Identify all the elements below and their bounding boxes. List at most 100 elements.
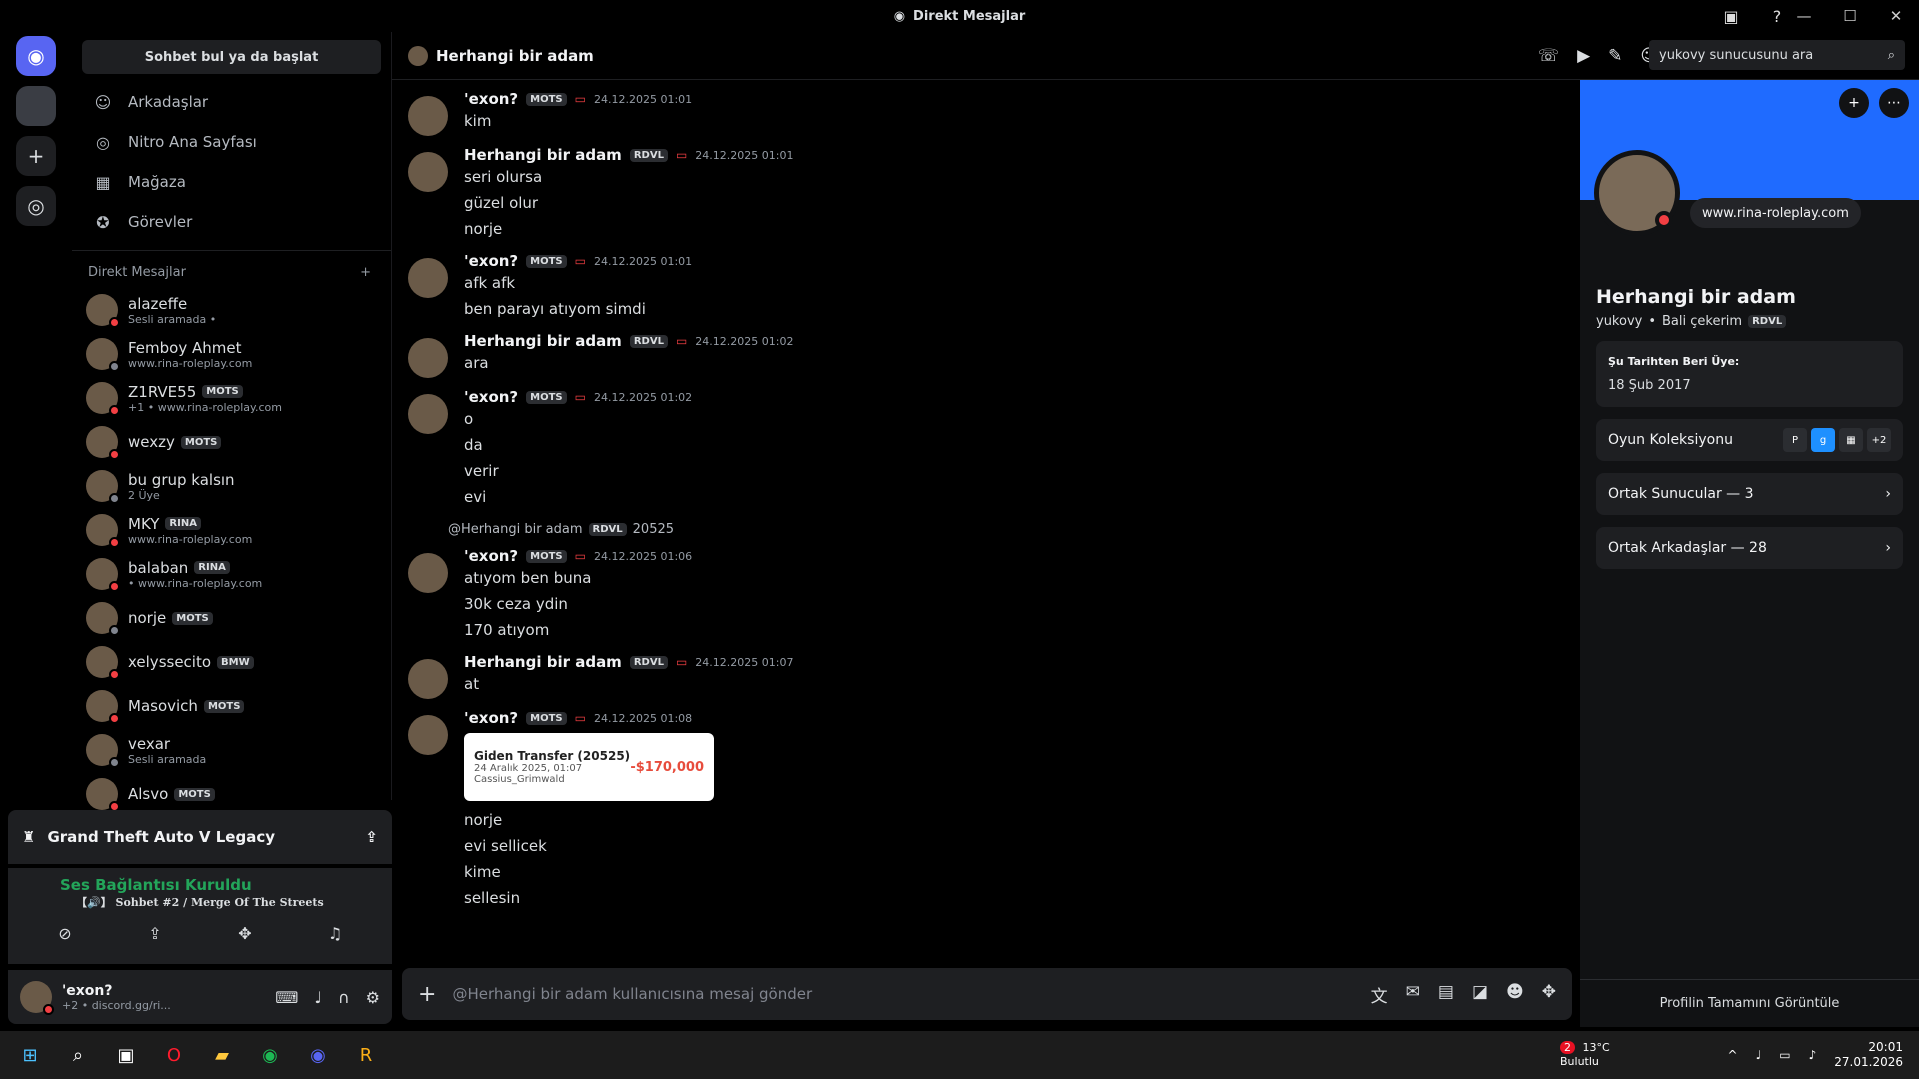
dm-item[interactable]: Z1RVE55 MOTS +1 • www.rina-roleplay.com — [72, 376, 391, 420]
message-text: evi — [464, 488, 487, 506]
network-icon[interactable]: ▭ — [1779, 1048, 1790, 1062]
dm-item[interactable]: Masovich MOTS — [72, 684, 391, 728]
avatar[interactable] — [408, 338, 448, 378]
headphones-icon[interactable]: ∩ — [338, 988, 350, 1007]
avatar[interactable] — [20, 981, 54, 1015]
microphone-icon[interactable]: ♩ — [1756, 1048, 1762, 1062]
search-icon[interactable]: ⌕ — [64, 1041, 92, 1069]
inbox-icon[interactable]: ▣ — [1719, 4, 1743, 28]
weather-widget[interactable]: 2 13°C Bulutlu — [1560, 1041, 1610, 1069]
avatar[interactable] — [408, 96, 448, 136]
avatar — [86, 602, 120, 636]
user-panel: 'exon? +2 • discord.gg/ri... ⌨ ♩ ∩ ⚙ — [8, 970, 392, 1024]
pin-icon[interactable]: ✎ — [1608, 46, 1622, 66]
server-folder[interactable] — [16, 86, 56, 126]
nitro-icon: ◎ — [96, 132, 110, 152]
nav-friends[interactable]: ☺ Arkadaşlar — [72, 82, 391, 122]
more-icon[interactable]: ⋯ — [1879, 88, 1909, 118]
avatar[interactable] — [408, 258, 448, 298]
find-conversation-button[interactable]: Sohbet bul ya da başlat — [82, 40, 381, 74]
avatar[interactable] — [408, 152, 448, 192]
game-collection-row[interactable]: Oyun Koleksiyonu P g ▦ +2 — [1596, 419, 1903, 461]
dm-item[interactable]: wexzy MOTS — [72, 420, 391, 464]
profile-panel: + ⋯ www.rina-roleplay.com Herhangi bir a… — [1580, 80, 1919, 1027]
close-button[interactable]: ✕ — [1873, 7, 1919, 25]
clock[interactable]: 20:01 27.01.2026 — [1834, 1040, 1903, 1070]
video-icon[interactable]: ▶ — [1577, 46, 1590, 66]
transfer-receipt[interactable]: Giden Transfer (20525) 24 Aralık 2025, 01… — [464, 733, 714, 801]
avatar[interactable] — [408, 715, 448, 755]
mutual-friends-row[interactable]: Ortak Arkadaşlar — 28 › — [1596, 527, 1903, 569]
emoji-icon[interactable]: ☻ — [1506, 982, 1524, 1007]
search-input[interactable]: yukovy sunucusunu ara ⌕ — [1649, 40, 1905, 70]
dm-item[interactable]: MKY RINA www.rina-roleplay.com — [72, 508, 391, 552]
avatar[interactable] — [408, 659, 448, 699]
screen-share-icon[interactable]: ⇪ — [120, 924, 190, 950]
apps-icon[interactable]: ✥ — [1542, 982, 1556, 1007]
mutual-servers-row[interactable]: Ortak Sunucular — 3 › — [1596, 473, 1903, 515]
message-text: kime — [464, 863, 501, 881]
camera-off-icon[interactable]: ⊘ — [30, 924, 100, 950]
message-text: norje — [464, 220, 503, 238]
call-icon[interactable]: ☏ — [1538, 46, 1559, 66]
message-author[interactable]: 'exon? — [464, 709, 518, 727]
nav-shop[interactable]: ▦ Mağaza — [72, 162, 391, 202]
discover-button[interactable]: ◎ — [16, 186, 56, 226]
nav-quests[interactable]: ✪ Görevler — [72, 202, 391, 242]
attach-button[interactable]: + — [418, 982, 436, 1007]
voice-status[interactable]: Ses Bağlantısı Kuruldu — [20, 876, 380, 894]
message-text: 170 atıyom — [464, 621, 550, 639]
soundboard-icon[interactable]: ♫ — [300, 924, 370, 950]
volume-icon[interactable]: ♪ — [1809, 1048, 1817, 1062]
gif-icon[interactable]: ▤ — [1438, 982, 1454, 1007]
message-author[interactable]: 'exon? — [464, 547, 518, 565]
discord-icon[interactable]: ◉ — [304, 1041, 332, 1069]
add-server-button[interactable]: + — [16, 136, 56, 176]
nav-nitro[interactable]: ◎ Nitro Ana Sayfası — [72, 122, 391, 162]
minimize-button[interactable]: — — [1781, 7, 1827, 25]
dm-item[interactable]: bu grup kalsın 2 Üye — [72, 464, 391, 508]
dm-item[interactable]: xelyssecito BMW — [72, 640, 391, 684]
voice-channel[interactable]: 【🔊】 Sohbet #2 / Merge Of The Streets — [20, 894, 380, 910]
file-explorer-icon[interactable]: ▰ — [208, 1041, 236, 1069]
guild-tag: MOTS — [526, 390, 567, 404]
stream-icon[interactable]: ⇪ — [365, 828, 378, 846]
settings-gear-icon[interactable]: ⚙ — [366, 988, 380, 1007]
dm-item[interactable]: norje MOTS — [72, 596, 391, 640]
spotify-icon[interactable]: ◉ — [256, 1041, 284, 1069]
message-text: kim — [464, 112, 492, 130]
microphone-icon[interactable]: ♩ — [314, 988, 322, 1007]
gift-icon[interactable]: ✉ — [1406, 982, 1420, 1007]
dm-item[interactable]: balaban RINA • www.rina-roleplay.com — [72, 552, 391, 596]
taskbar: ⊞ ⌕ ▣ O ▰ ◉ ◉ R 2 13°C Bulutlu ^ ♩ ▭ ♪ 2… — [0, 1031, 1919, 1079]
message-author[interactable]: Herhangi bir adam — [464, 653, 622, 671]
rockstar-icon[interactable]: R — [352, 1041, 380, 1069]
sticker-icon[interactable]: ◪ — [1472, 982, 1488, 1007]
create-dm-button[interactable]: + — [360, 265, 371, 280]
view-full-profile-button[interactable]: Profilin Tamamını Görüntüle — [1580, 979, 1919, 1027]
opera-icon[interactable]: O — [160, 1041, 188, 1069]
message-author[interactable]: 'exon? — [464, 90, 518, 108]
maximize-button[interactable]: ☐ — [1827, 7, 1873, 25]
avatar — [86, 470, 120, 504]
message-author[interactable]: Herhangi bir adam — [464, 146, 622, 164]
add-friend-icon[interactable]: + — [1839, 88, 1869, 118]
message-input[interactable]: @Herhangi bir adam kullanıcısına mesaj g… — [452, 985, 1354, 1003]
message-author[interactable]: 'exon? — [464, 388, 518, 406]
home-button[interactable]: ◉ — [16, 36, 56, 76]
message-author[interactable]: Herhangi bir adam — [464, 332, 622, 350]
message-author[interactable]: 'exon? — [464, 252, 518, 270]
windows-start-icon[interactable]: ⊞ — [16, 1041, 44, 1069]
gamepad-icon[interactable]: ⌨ — [275, 988, 298, 1007]
profile-avatar[interactable] — [1594, 150, 1680, 236]
dm-item[interactable]: alazeffe Sesli aramada • — [72, 288, 391, 332]
avatar[interactable] — [408, 394, 448, 434]
reply-preview[interactable]: @Herhangi bir adam RDVL 20525 — [448, 522, 1572, 537]
translate-icon[interactable]: 文 — [1371, 982, 1388, 1007]
dm-item[interactable]: vexar Sesli aramada — [72, 728, 391, 772]
dm-item[interactable]: Femboy Ahmet www.rina-roleplay.com — [72, 332, 391, 376]
activities-icon[interactable]: ✥ — [210, 924, 280, 950]
tray-chevron-icon[interactable]: ^ — [1728, 1048, 1738, 1062]
avatar[interactable] — [408, 553, 448, 593]
task-view-icon[interactable]: ▣ — [112, 1041, 140, 1069]
